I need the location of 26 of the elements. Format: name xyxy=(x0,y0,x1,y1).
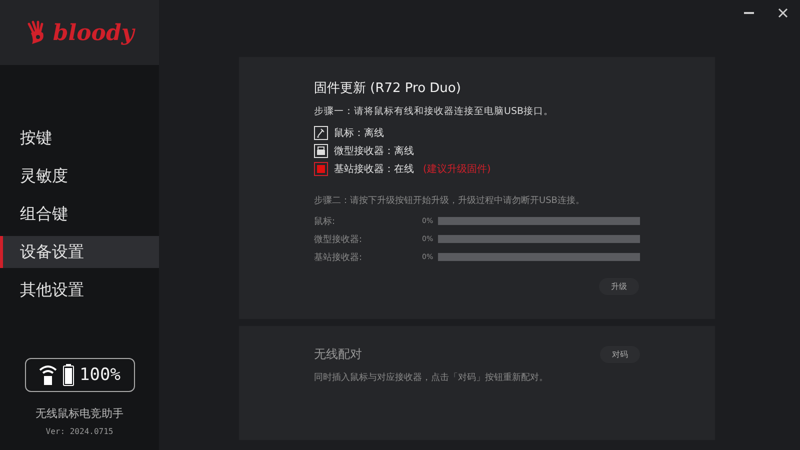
sidebar-item[interactable]: 灵敏度 xyxy=(0,160,159,192)
progress-label: 微型接收器: xyxy=(314,234,364,246)
panel-title: 无线配对 xyxy=(314,346,362,363)
device-status: 微型接收器：离线 xyxy=(334,144,414,158)
app-name: 无线鼠标电竞助手 xyxy=(36,406,124,421)
battery-icon xyxy=(62,364,74,386)
version-text: Ver: 2024.0715 xyxy=(46,427,114,436)
pair-button[interactable]: 对码 xyxy=(600,346,640,363)
step-text: 步骤二：请按下升级按钮开始升级，升级过程中请勿断开USB连接。 xyxy=(314,194,586,207)
logo-text: bloody xyxy=(52,20,134,46)
upgrade-hint: (建议升级固件) xyxy=(423,162,491,176)
progress-label: 基站接收器: xyxy=(314,252,364,264)
close-icon xyxy=(778,8,788,18)
wireless-receiver-icon xyxy=(38,364,57,386)
step-text: 步骤一：请将鼠标有线和接收器连接至电脑USB接口。 xyxy=(314,105,555,118)
sidebar-item[interactable]: 组合键 xyxy=(0,198,159,230)
pairing-description: 同时插入鼠标与对应接收器，点击「对码」按钮重新配对。 xyxy=(314,372,549,384)
device-status: 鼠标：离线 xyxy=(334,126,384,140)
battery-reading: 100% xyxy=(80,365,120,385)
progress-label: 鼠标: xyxy=(314,216,336,228)
sidebar-item[interactable]: 设备设置 xyxy=(0,236,159,268)
sidebar-item[interactable]: 其他设置 xyxy=(0,274,159,306)
upgrade-button[interactable]: 升级 xyxy=(599,278,639,295)
sidebar-item[interactable]: 按键 xyxy=(0,122,159,154)
panel-title: 固件更新 (R72 Pro Duo) xyxy=(314,80,462,97)
device-status: 基站接收器：在线 xyxy=(334,162,414,176)
